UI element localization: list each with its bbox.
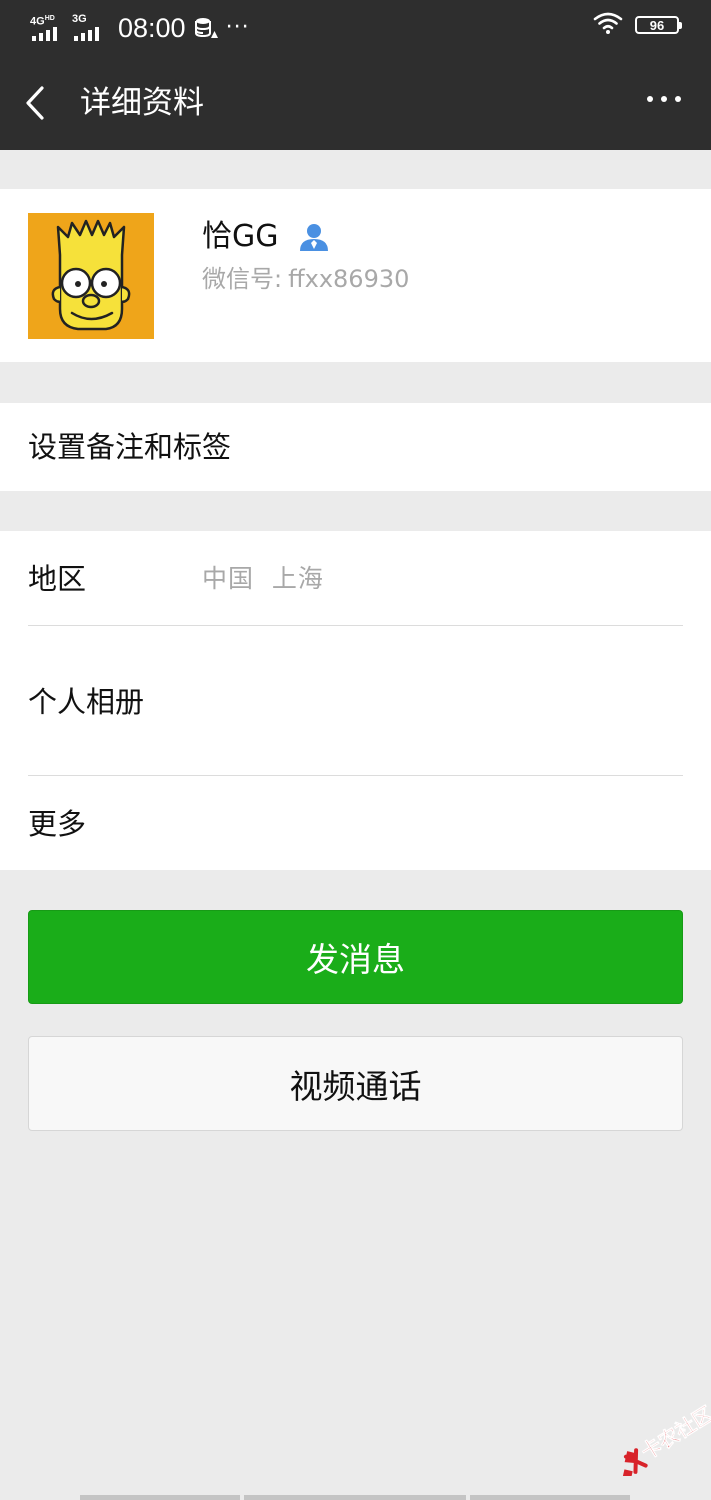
- set-remark-row[interactable]: 设置备注和标签: [0, 403, 711, 491]
- contact-name: 恰GG: [202, 219, 279, 254]
- send-message-button[interactable]: 发消息: [28, 910, 683, 1004]
- video-call-button[interactable]: 视频通话: [28, 1036, 683, 1131]
- nav-indicator: [80, 1495, 240, 1500]
- wifi-icon: [593, 12, 623, 38]
- remark-group: 设置备注和标签: [0, 403, 711, 491]
- profile-card: 恰GG 微信号: ffxx86930: [0, 189, 711, 362]
- watermark-logo: 卡农社区: [604, 1396, 711, 1480]
- contact-person-icon: [299, 223, 329, 251]
- notification-overflow-icon: ···: [225, 15, 250, 40]
- more-dot-icon: [647, 96, 653, 102]
- album-row[interactable]: 个人相册: [0, 626, 711, 776]
- more-dot-icon: [661, 96, 667, 102]
- nav-bar: 详细资料: [0, 56, 711, 150]
- sim2-signal-icon: 3G: [72, 13, 108, 43]
- avatar[interactable]: [28, 213, 154, 339]
- sim1-signal-icon: 4GHD: [30, 13, 66, 43]
- nav-indicator: [470, 1495, 630, 1500]
- clock: 08:00: [118, 12, 186, 43]
- region-row: 地区 中国 上海: [0, 531, 711, 626]
- album-label: 个人相册: [28, 685, 145, 719]
- region-label: 地区: [28, 562, 87, 596]
- battery-icon: 96: [635, 16, 682, 34]
- more-row[interactable]: 更多: [0, 776, 711, 870]
- battery-level: 96: [649, 17, 665, 33]
- chevron-left-icon: [26, 86, 44, 120]
- set-remark-label: 设置备注和标签: [28, 430, 232, 464]
- more-label: 更多: [28, 807, 87, 841]
- nav-indicator: [244, 1495, 466, 1500]
- more-dot-icon: [675, 96, 681, 102]
- wechat-id-value: ffxx86930: [288, 265, 410, 293]
- svg-text:卡农社区: 卡农社区: [637, 1402, 711, 1465]
- region-value: 中国 上海: [202, 564, 324, 593]
- status-bar: 4GHD 3G 08:00 ··· 96: [0, 0, 711, 56]
- more-options-button[interactable]: [647, 96, 681, 102]
- page-title: 详细资料: [80, 85, 204, 121]
- wechat-id: 微信号: ffxx86930: [202, 263, 409, 295]
- data-saver-icon: [194, 17, 218, 39]
- wechat-id-label: 微信号:: [202, 265, 283, 293]
- back-button[interactable]: [24, 83, 60, 123]
- info-group: 地区 中国 上海 个人相册 更多: [0, 531, 711, 870]
